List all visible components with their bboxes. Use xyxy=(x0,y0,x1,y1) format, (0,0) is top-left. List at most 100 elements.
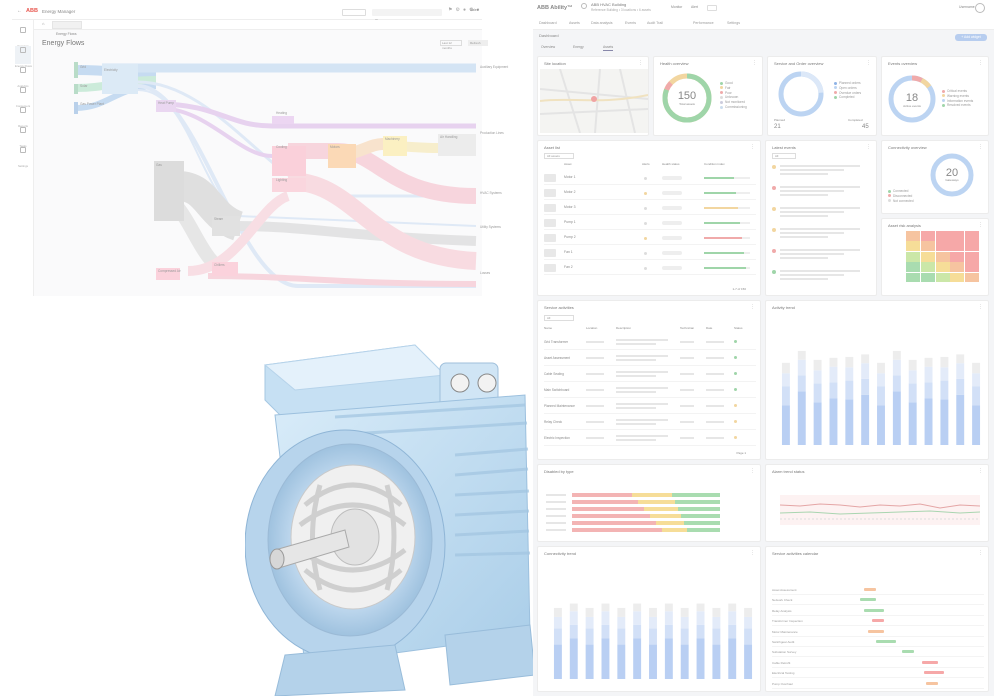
risk-cell[interactable] xyxy=(965,241,980,252)
event-item[interactable] xyxy=(772,226,872,246)
kebab-icon[interactable]: ⋮ xyxy=(750,304,755,310)
table-row[interactable]: Pump 1 xyxy=(544,216,756,230)
tab-assets[interactable]: Assets xyxy=(603,45,614,51)
event-item[interactable] xyxy=(772,247,872,267)
sidebar-item-reports[interactable]: Reports xyxy=(15,106,31,128)
risk-matrix[interactable] xyxy=(906,231,980,283)
table-row[interactable]: Electric Inspection xyxy=(544,431,756,446)
risk-cell[interactable] xyxy=(906,262,920,272)
map[interactable] xyxy=(540,69,648,133)
event-item[interactable] xyxy=(772,205,872,225)
table-row[interactable]: Planned Maintenance xyxy=(544,399,756,414)
nav-assets[interactable]: Assets xyxy=(569,21,580,25)
user-label[interactable]: Sales xyxy=(470,8,478,13)
risk-cell[interactable] xyxy=(935,251,950,262)
gantt-row[interactable]: Network Check xyxy=(772,595,984,606)
risk-cell[interactable] xyxy=(965,272,980,283)
gantt-bar[interactable] xyxy=(872,619,884,623)
risk-cell[interactable] xyxy=(950,241,965,252)
kebab-icon[interactable]: ⋮ xyxy=(750,468,755,474)
sidebar-item-overview[interactable]: Overview xyxy=(15,26,31,48)
risk-cell[interactable] xyxy=(920,251,935,262)
risk-cell[interactable] xyxy=(920,231,935,241)
asset-pager[interactable]: 1-7 of 150 xyxy=(732,287,746,291)
nav-performance[interactable]: Performance xyxy=(693,21,714,25)
kebab-icon[interactable]: ⋮ xyxy=(752,60,757,66)
nav-settings[interactable]: Settings xyxy=(727,21,740,25)
kebab-icon[interactable]: ⋮ xyxy=(866,144,871,150)
kebab-icon[interactable]: ⋮ xyxy=(978,468,983,474)
gantt-row[interactable]: Switchgear Audit xyxy=(772,637,984,647)
table-row[interactable]: Motor 1 xyxy=(544,171,756,185)
site-name[interactable]: ABB HVAC Building xyxy=(591,2,626,8)
kebab-icon[interactable]: ⋮ xyxy=(750,550,755,556)
refresh-button[interactable]: Refresh xyxy=(468,40,488,46)
event-item[interactable] xyxy=(772,268,872,288)
kebab-icon[interactable]: ⋮ xyxy=(978,550,983,556)
asset-filter[interactable]: All assets xyxy=(544,153,574,159)
table-row[interactable]: Motor 2 xyxy=(544,186,756,200)
kebab-icon[interactable]: ⋮ xyxy=(978,60,983,66)
search-input[interactable]: ⚲ xyxy=(372,9,442,23)
gantt-bar[interactable] xyxy=(868,629,884,633)
risk-cell[interactable] xyxy=(920,241,935,252)
gantt-row[interactable]: Pump Overhaul xyxy=(772,679,984,689)
risk-cell[interactable] xyxy=(950,262,965,272)
kebab-icon[interactable]: ⋮ xyxy=(866,60,871,66)
table-row[interactable]: Motor 3 xyxy=(544,201,756,215)
event-item[interactable] xyxy=(772,184,872,204)
kebab-icon[interactable]: ⋮ xyxy=(978,304,983,310)
home-icon[interactable]: ⌂ xyxy=(42,21,44,27)
tab-overview[interactable]: Overview xyxy=(541,45,555,50)
risk-cell[interactable] xyxy=(906,241,920,252)
risk-cell[interactable] xyxy=(935,272,950,283)
events-filter[interactable]: All xyxy=(772,153,796,159)
gantt-row[interactable]: Relay Analysis xyxy=(772,606,984,616)
gantt-bar[interactable] xyxy=(876,640,896,643)
table-row[interactable]: Cable Sealing xyxy=(544,367,756,382)
alert-link[interactable]: Alert xyxy=(691,5,698,10)
table-row[interactable]: Relay Check xyxy=(544,415,756,430)
gantt-row[interactable]: Asset Assessment xyxy=(772,585,984,595)
table-row[interactable]: Asset Assessment xyxy=(544,351,756,366)
header-toggle[interactable] xyxy=(707,5,717,11)
risk-cell[interactable] xyxy=(906,272,920,283)
sidebar-item-consumers[interactable]: Consumers xyxy=(15,86,31,108)
nav-events[interactable]: Events xyxy=(625,21,636,25)
risk-cell[interactable] xyxy=(906,231,920,241)
risk-cell[interactable] xyxy=(950,272,965,283)
gantt-bar[interactable] xyxy=(864,588,876,591)
risk-cell[interactable] xyxy=(965,231,980,241)
gantt-bar[interactable] xyxy=(902,650,914,654)
table-row[interactable]: Grid Transformer xyxy=(544,335,756,350)
username-label[interactable]: Username xyxy=(959,5,975,10)
table-row[interactable]: Main Switchboard xyxy=(544,383,756,398)
table-row[interactable]: Pump 2 xyxy=(544,231,756,245)
gantt-row[interactable]: Substation Survey xyxy=(772,647,984,658)
risk-cell[interactable] xyxy=(950,231,965,241)
add-widget-button[interactable]: + Add widget xyxy=(955,34,987,41)
gantt-bar[interactable] xyxy=(860,598,876,602)
nav-dashboard[interactable]: Dashboard xyxy=(539,21,557,25)
risk-cell[interactable] xyxy=(935,241,950,252)
nav-audit[interactable]: Audit Trail xyxy=(647,21,663,25)
gantt-row[interactable]: Electrical Testing xyxy=(772,668,984,679)
kebab-icon[interactable]: ⋮ xyxy=(978,144,983,150)
tab-energy-flows[interactable]: Energy Flows xyxy=(52,21,82,36)
risk-cell[interactable] xyxy=(950,251,965,262)
nav-data-analysis[interactable]: Data analysis xyxy=(591,21,613,25)
table-row[interactable]: Fan 2 xyxy=(544,261,756,275)
monitor-link[interactable]: Monitor xyxy=(671,5,682,10)
risk-cell[interactable] xyxy=(906,251,920,262)
risk-cell[interactable] xyxy=(935,262,950,272)
risk-cell[interactable] xyxy=(935,231,950,241)
service-filter[interactable]: All xyxy=(544,315,574,321)
site-select[interactable]: Sales xyxy=(342,9,366,24)
sidebar-item-analytics[interactable]: Analytics xyxy=(15,66,31,88)
gantt-bar[interactable] xyxy=(864,608,884,612)
gantt-bar[interactable] xyxy=(922,660,938,664)
event-item[interactable] xyxy=(772,163,872,183)
gantt-bar[interactable] xyxy=(924,671,944,675)
tab-energy[interactable]: Energy xyxy=(573,45,584,50)
risk-cell[interactable] xyxy=(920,272,935,283)
